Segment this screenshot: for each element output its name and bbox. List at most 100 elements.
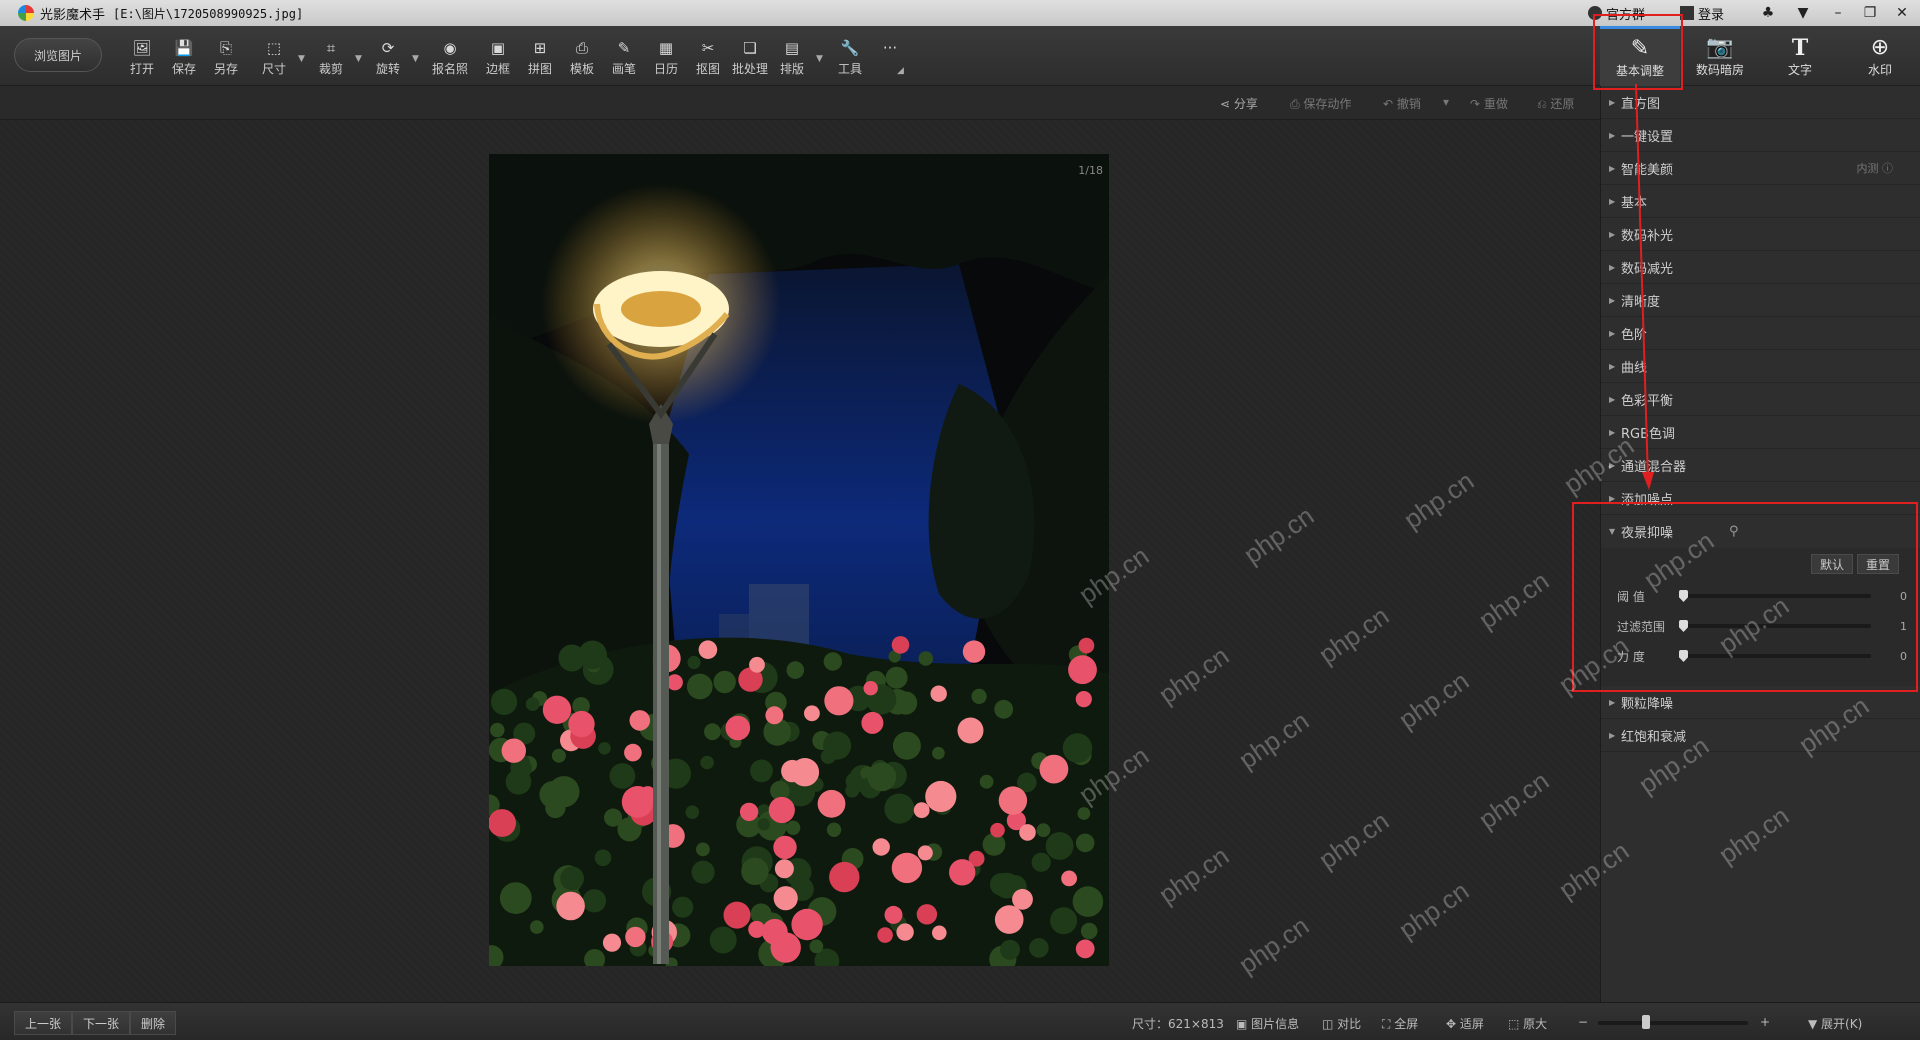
next-image-button[interactable]: 下一张 [72, 1011, 131, 1035]
share-button[interactable]: ⋖ 分享 [1220, 95, 1258, 112]
restore-original-button[interactable]: ⎌ 还原 [1537, 95, 1574, 112]
collage-icon: ⊞ [533, 39, 547, 57]
tab-watermark[interactable]: ⊕ 水印 [1840, 26, 1920, 86]
app-title: 光影魔术手 [40, 7, 106, 23]
page-indicator: 1/18 [1078, 164, 1103, 177]
calendar-icon: ▦ [658, 39, 674, 57]
close-button[interactable]: ✕ [1886, 2, 1918, 24]
tool-save[interactable]: 💾 保存 [164, 38, 204, 77]
zoom-slider-track[interactable] [1598, 1021, 1748, 1025]
close-icon: ✕ [1896, 5, 1908, 21]
tool-border[interactable]: ▣ 边框 [478, 38, 518, 77]
save-icon: 💾 [174, 39, 194, 57]
menu-icon: ▼ [1797, 5, 1809, 21]
undo-icon: ↶ [1383, 97, 1397, 111]
status-bar: 上一张 下一张 删除 尺寸：621×813 ▣ 图片信息 ◫ 对比 ⛶ 全屏 ✥… [0, 1002, 1920, 1040]
layout-icon: ▤ [784, 39, 800, 57]
chevron-down-icon: ▼ [1808, 1017, 1822, 1031]
rotate-icon: ⟳ [381, 39, 395, 57]
save-action-button[interactable]: ⎙ 保存动作 [1290, 95, 1351, 112]
tool-layout[interactable]: ▤ 排版 [772, 38, 812, 77]
open-icon: 🖼 [132, 39, 152, 57]
restore-icon: ⎌ [1537, 97, 1551, 111]
fullscreen-button[interactable]: ⛶ 全屏 [1382, 1015, 1418, 1032]
crop-icon: ⌗ [326, 39, 336, 57]
original-size-button[interactable]: ⬚ 原大 [1508, 1015, 1547, 1032]
chevron-right-icon: ▶ [1609, 697, 1616, 707]
shirt-icon: ♣ [1761, 5, 1775, 21]
minimize-button[interactable]: – [1822, 2, 1854, 24]
tool-crop[interactable]: ⌗ 裁剪 [311, 38, 351, 77]
zoom-slider-thumb[interactable] [1642, 1015, 1650, 1029]
redo-button[interactable]: ↷ 重做 [1470, 95, 1508, 112]
resize-dropdown-icon[interactable]: ▼ [298, 54, 305, 64]
annotation-box-basic-adjust [1593, 14, 1683, 90]
watermark-icon: ⊕ [1870, 34, 1890, 60]
zoom-out-button[interactable]: − [1578, 1015, 1588, 1029]
cutout-icon: ✂ [701, 39, 715, 57]
template-icon: ⎙ [575, 39, 588, 57]
tool-rotate[interactable]: ⟳ 旋转 [368, 38, 408, 77]
border-icon: ▣ [490, 39, 506, 57]
panel-item-red-saturation[interactable]: ▶ 红饱和衰减 [1601, 719, 1920, 752]
tab-darkroom[interactable]: 📷 数码暗房 [1680, 26, 1760, 86]
info-icon: ▣ [1236, 1017, 1252, 1031]
login-link[interactable]: 登录 [1680, 0, 1724, 26]
tool-save-as[interactable]: ⎘ 另存 [206, 38, 246, 77]
tool-batch[interactable]: ❏ 批处理 [730, 38, 770, 77]
tool-brush[interactable]: ✎ 画笔 [604, 38, 644, 77]
delete-button[interactable]: 删除 [130, 1011, 177, 1035]
brush-icon: ✎ [617, 39, 631, 57]
restore-button[interactable]: ❐ [1854, 2, 1886, 24]
more-tools-button[interactable]: ··· [870, 38, 910, 58]
skin-button[interactable]: ♣ [1752, 2, 1784, 24]
chevron-right-icon: ▶ [1609, 730, 1616, 740]
compare-icon: ◫ [1322, 1017, 1338, 1031]
tool-cutout[interactable]: ✂ 抠图 [688, 38, 728, 77]
undo-dropdown-icon[interactable]: ▾ [1443, 95, 1449, 109]
toolbar-expand-icon[interactable]: ◢ [897, 66, 904, 76]
browse-images-button[interactable]: 浏览图片 [14, 38, 102, 72]
darkroom-icon: 📷 [1706, 34, 1734, 60]
layout-dropdown-icon[interactable]: ▼ [816, 54, 823, 64]
redo-icon: ↷ [1470, 97, 1484, 111]
app-logo-icon [18, 5, 34, 21]
photo-content [489, 154, 1109, 966]
rotate-dropdown-icon[interactable]: ▼ [412, 54, 419, 64]
restore-icon: ❐ [1863, 5, 1877, 21]
compare-button[interactable]: ◫ 对比 [1322, 1015, 1361, 1032]
tool-collage[interactable]: ⊞ 拼图 [520, 38, 560, 77]
undo-button[interactable]: ↶ 撤销 [1383, 95, 1421, 112]
fullscreen-icon: ⛶ [1382, 1017, 1395, 1031]
expand-button[interactable]: ▼ 展开(K) [1808, 1015, 1862, 1032]
tool-calendar[interactable]: ▦ 日历 [646, 38, 686, 77]
tool-resize[interactable]: ⬚ 尺寸 [254, 38, 294, 77]
beta-badge: 内测 ⓘ [1856, 162, 1894, 175]
action-bar: ⋖ 分享 ⎙ 保存动作 ↶ 撤销 ▾ ↷ 重做 ⎌ 还原 [0, 86, 1600, 120]
help-icon[interactable]: ⓘ [1882, 162, 1893, 175]
tool-template[interactable]: ⎙ 模板 [562, 38, 602, 77]
annotation-arrow [1635, 83, 1654, 490]
zoom-in-button[interactable]: + [1760, 1015, 1770, 1029]
tab-text[interactable]: T 文字 [1760, 26, 1840, 86]
image-size: 尺寸：621×813 [1132, 1017, 1224, 1031]
menu-button[interactable]: ▼ [1787, 2, 1819, 24]
image-info-button[interactable]: ▣ 图片信息 [1236, 1015, 1299, 1032]
batch-icon: ❏ [743, 39, 757, 57]
original-size-icon: ⬚ [1508, 1017, 1524, 1031]
wrench-icon: 🔧 [840, 39, 860, 57]
tool-id-photo[interactable]: ◉ 报名照 [430, 38, 470, 77]
tool-wrench[interactable]: 🔧 工具 [830, 38, 870, 77]
tool-open[interactable]: 🖼 打开 [122, 38, 162, 77]
prev-image-button[interactable]: 上一张 [14, 1011, 73, 1035]
save-action-icon: ⎙ [1290, 97, 1304, 111]
crop-dropdown-icon[interactable]: ▼ [355, 54, 362, 64]
file-path: [E:\图片\1720508990925.jpg] [113, 6, 304, 21]
resize-icon: ⬚ [266, 39, 282, 57]
fit-screen-button[interactable]: ✥ 适屏 [1446, 1015, 1484, 1032]
fit-icon: ✥ [1446, 1017, 1460, 1031]
image-canvas[interactable]: 1/18 [0, 120, 1600, 1002]
share-icon: ⋖ [1220, 97, 1234, 111]
photo-night-streetlamp-roses[interactable]: 1/18 [489, 154, 1109, 966]
text-icon: T [1791, 34, 1809, 61]
